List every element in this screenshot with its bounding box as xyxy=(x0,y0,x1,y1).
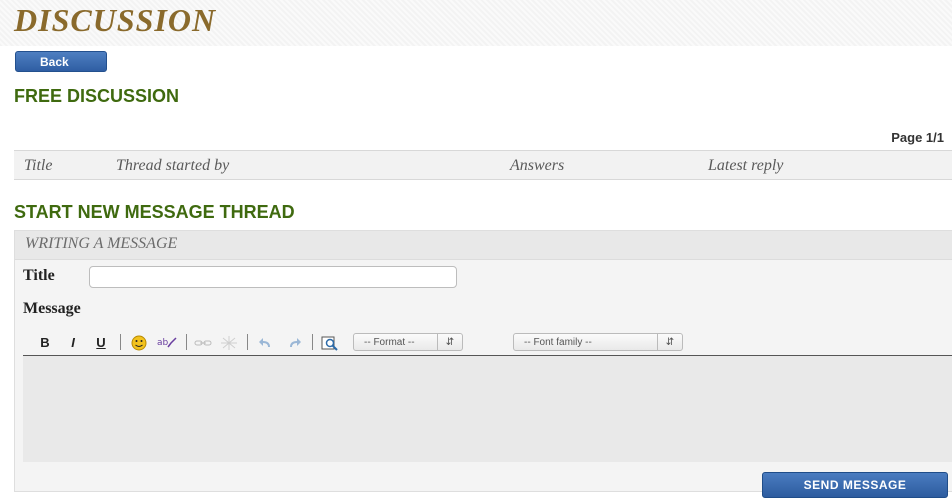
column-title[interactable]: Title xyxy=(24,157,52,175)
font-family-select[interactable]: -- Font family -- ⇵ xyxy=(513,333,683,351)
italic-icon[interactable]: I xyxy=(65,333,81,353)
message-editor[interactable] xyxy=(23,355,952,462)
select-arrow-icon: ⇵ xyxy=(657,334,682,350)
column-answers[interactable]: Answers xyxy=(510,157,564,175)
column-thread-started-by[interactable]: Thread started by xyxy=(116,157,229,175)
font-family-select-value: -- Font family -- xyxy=(524,337,592,348)
toolbar-separator xyxy=(186,334,187,350)
unlink-icon[interactable] xyxy=(219,333,239,353)
column-latest-reply[interactable]: Latest reply xyxy=(708,157,783,175)
back-button[interactable]: Back xyxy=(15,51,107,72)
forum-title: FREE DISCUSSION xyxy=(14,86,180,106)
editor-toolbar: B I U ab -- Format -- ⇵ -- Font family -… xyxy=(29,331,952,355)
toolbar-separator xyxy=(120,334,121,350)
format-select[interactable]: -- Format -- ⇵ xyxy=(353,333,463,351)
panel-title: WRITING A MESSAGE xyxy=(25,235,178,252)
title-input[interactable] xyxy=(89,266,457,288)
preview-icon[interactable] xyxy=(319,333,341,353)
toolbar-separator xyxy=(247,334,248,350)
new-thread-heading: START NEW MESSAGE THREAD xyxy=(14,202,295,222)
redo-icon[interactable] xyxy=(285,333,305,353)
thread-table-header: Title Thread started by Answers Latest r… xyxy=(14,150,952,180)
message-label: Message xyxy=(23,300,81,317)
svg-text:ab: ab xyxy=(157,338,169,348)
underline-icon[interactable]: U xyxy=(93,333,109,353)
send-message-button[interactable]: SEND MESSAGE xyxy=(762,472,948,498)
undo-icon[interactable] xyxy=(255,333,275,353)
select-arrow-icon: ⇵ xyxy=(437,334,462,350)
spellcheck-icon[interactable]: ab xyxy=(155,333,179,353)
toolbar-separator xyxy=(312,334,313,350)
message-form-panel: WRITING A MESSAGE Title Message B I U ab xyxy=(14,230,952,492)
bold-icon[interactable]: B xyxy=(37,333,53,353)
format-select-value: -- Format -- xyxy=(364,337,415,348)
link-icon[interactable] xyxy=(193,333,213,353)
title-label: Title xyxy=(23,267,55,284)
page-title: DISCUSSION xyxy=(14,2,217,38)
panel-header: WRITING A MESSAGE xyxy=(15,231,952,260)
emoticon-icon[interactable] xyxy=(129,333,149,353)
page-indicator: Page 1/1 xyxy=(891,130,944,145)
